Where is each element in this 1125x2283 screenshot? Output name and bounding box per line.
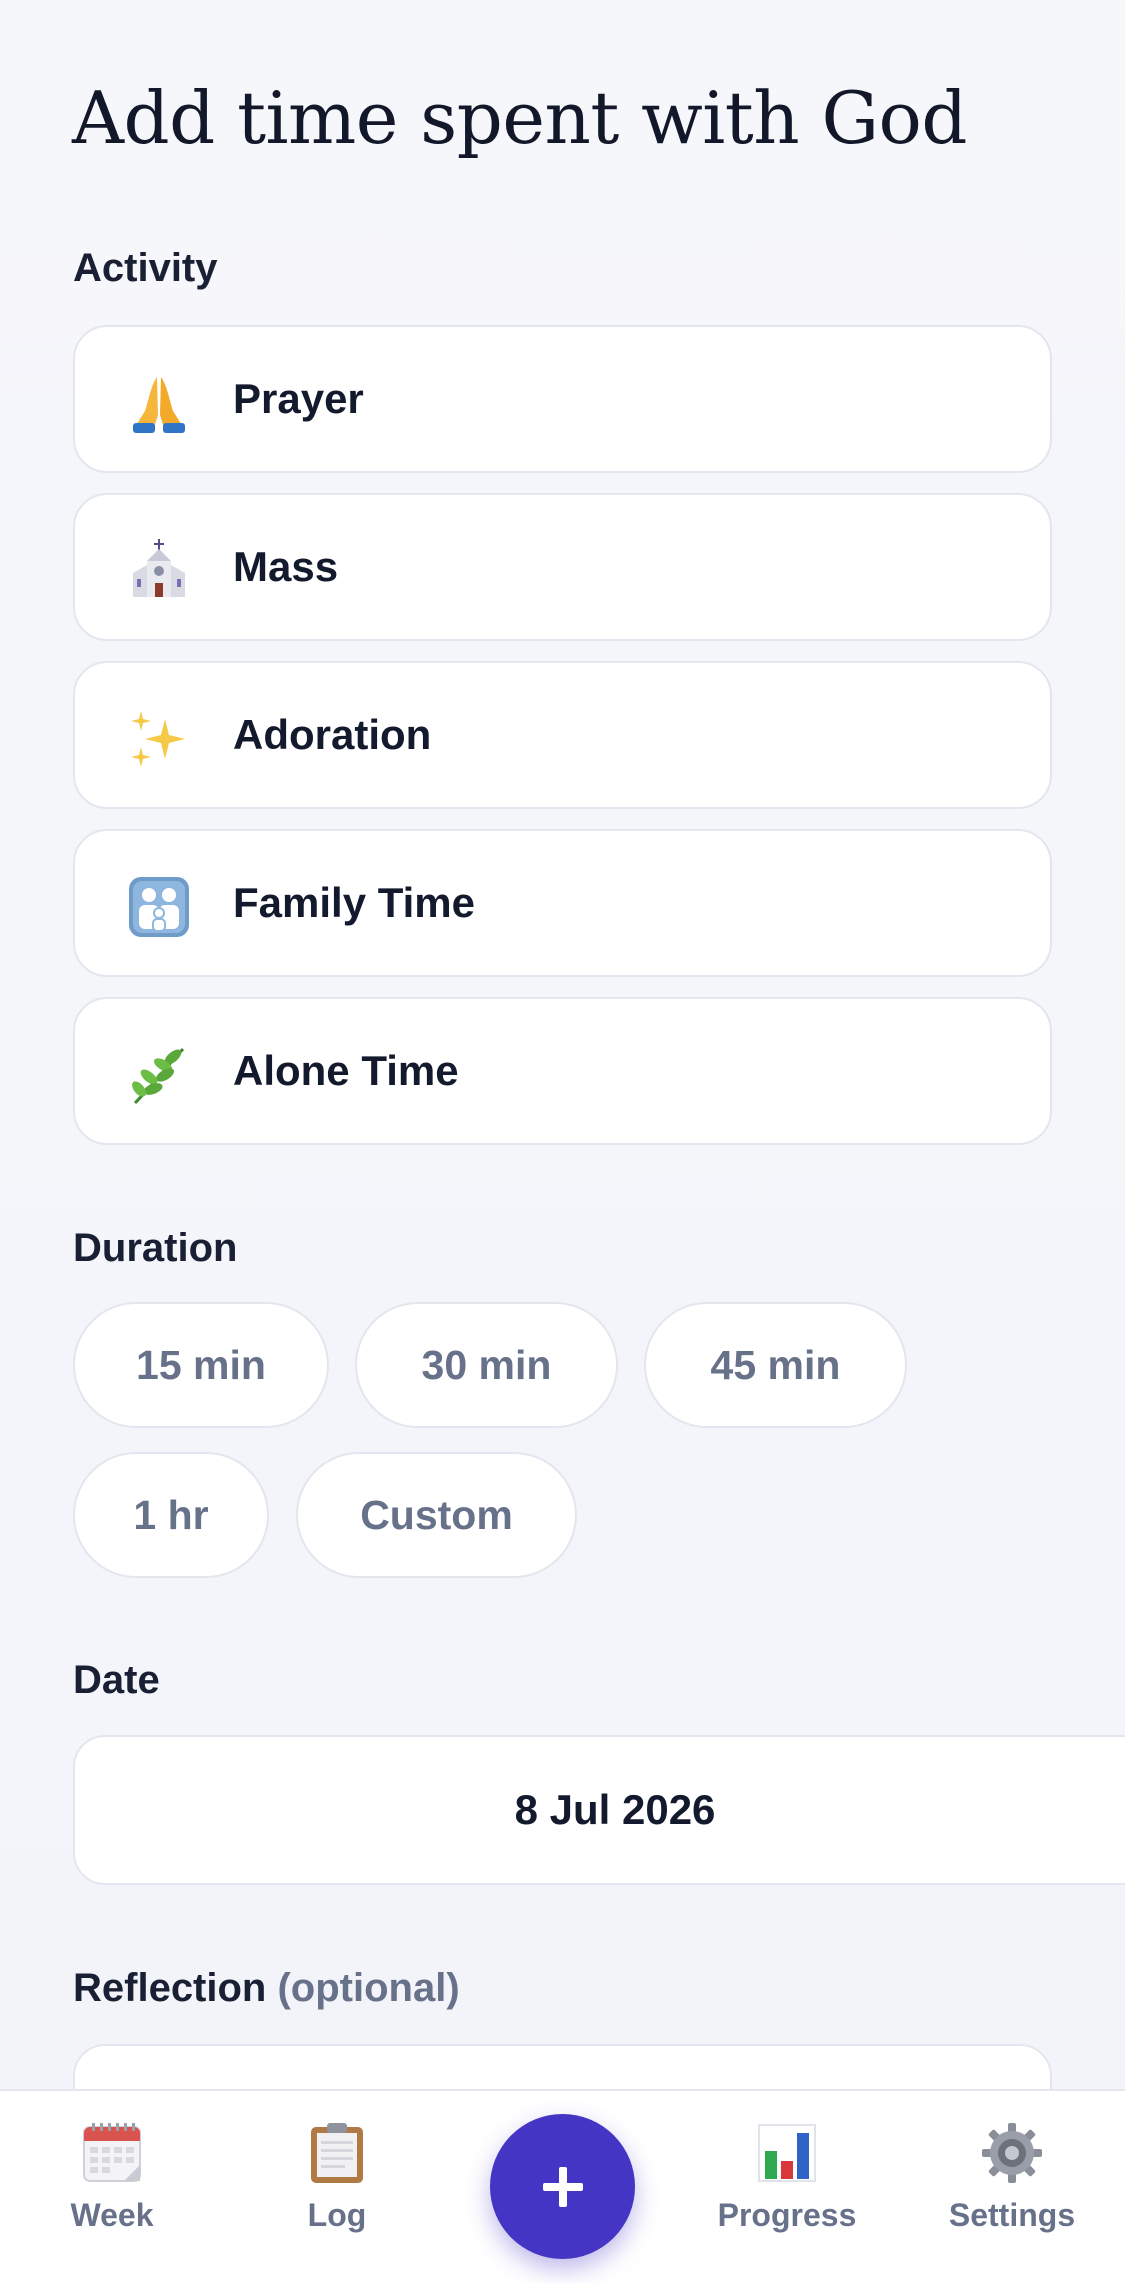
activity-label: Prayer — [233, 375, 364, 422]
activity-option-adoration[interactable]: Adoration — [73, 661, 1052, 809]
duration-chip-30-min[interactable]: 30 min — [355, 1302, 618, 1428]
activity-section-label: Activity — [73, 246, 218, 290]
activity-option-mass[interactable]: Mass — [73, 493, 1052, 641]
plus-icon — [542, 2166, 583, 2207]
activity-option-family-time[interactable]: Family Time — [73, 829, 1052, 977]
sparkles-icon — [131, 711, 185, 767]
duration-chip-1-hr[interactable]: 1 hr — [73, 1452, 269, 1578]
tab-label: Settings — [948, 2197, 1076, 2233]
bar-chart-icon — [758, 2124, 816, 2182]
tab-log[interactable]: Log — [237, 2121, 437, 2261]
optional-hint: (optional) — [277, 1966, 460, 2010]
activity-label: Family Time — [233, 879, 475, 926]
tab-progress[interactable]: Progress — [687, 2121, 887, 2261]
church-icon — [133, 539, 185, 597]
family-icon — [129, 877, 189, 937]
duration-section-label: Duration — [73, 1226, 238, 1270]
activity-label: Mass — [233, 543, 339, 590]
duration-chip-custom[interactable]: Custom — [296, 1452, 577, 1578]
praying-hands-icon — [133, 377, 185, 433]
reflection-section-label: Reflection (optional) — [73, 1966, 460, 2011]
tab-label: Log — [307, 2197, 367, 2233]
tab-week[interactable]: Week — [12, 2121, 212, 2261]
page-title: Add time spent with God — [72, 76, 967, 160]
duration-chip-45-min[interactable]: 45 min — [644, 1302, 907, 1428]
tab-label: Progress — [717, 2197, 857, 2233]
duration-chip-15-min[interactable]: 15 min — [73, 1302, 329, 1428]
reflection-label: Reflection — [73, 1966, 267, 2010]
clipboard-icon — [311, 2123, 363, 2183]
date-value: 8 Jul 2026 — [514, 1786, 716, 1833]
date-section-label: Date — [73, 1658, 160, 1702]
add-time-screen: Add time spent with God Activity Prayer … — [0, 0, 1125, 2283]
activity-label: Alone Time — [233, 1047, 459, 1094]
add-entry-button[interactable] — [490, 2114, 635, 2259]
gear-icon — [982, 2123, 1042, 2183]
activity-label: Adoration — [233, 711, 432, 758]
tab-label: Week — [70, 2197, 154, 2233]
tab-settings[interactable]: Settings — [912, 2121, 1112, 2261]
herb-icon — [132, 1047, 185, 1105]
activity-option-alone-time[interactable]: Alone Time — [73, 997, 1052, 1145]
activity-option-prayer[interactable]: Prayer — [73, 325, 1052, 473]
date-picker[interactable]: 8 Jul 2026 — [73, 1735, 1125, 1885]
calendar-icon — [83, 2123, 141, 2182]
